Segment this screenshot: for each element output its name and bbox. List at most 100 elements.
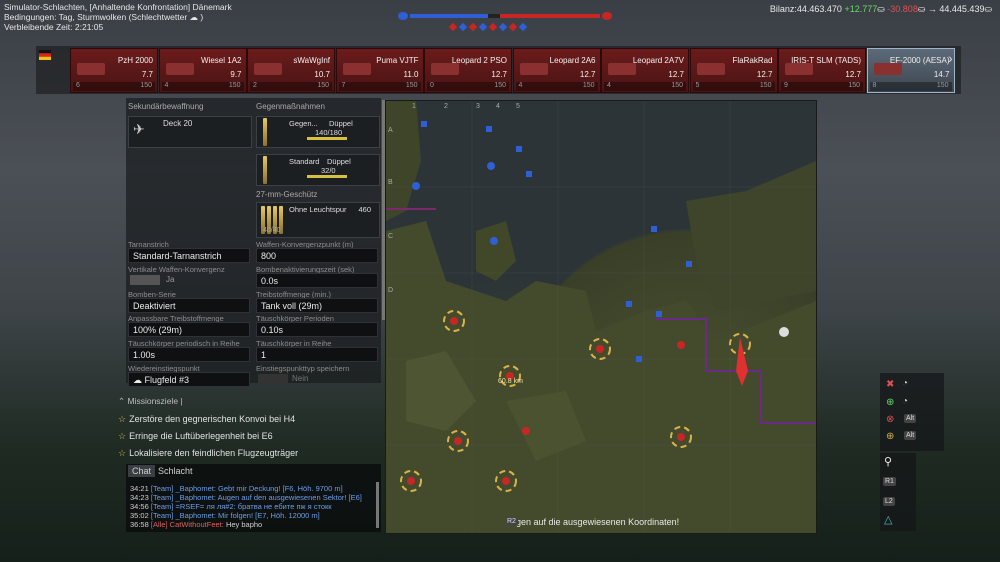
slots-next-arrow-icon[interactable]: › [948,50,953,66]
zone-icon [458,22,468,32]
zone-icon [518,22,528,32]
zone-icon [508,22,518,32]
grid-col-label: 1 [412,103,416,110]
objective-icon [779,327,789,337]
vehicle-name: FlaRakRad [732,56,773,65]
vehicle-icon [165,63,194,75]
vehicle-br: 10.7 [314,70,330,79]
fuel-select[interactable]: Tank voll (29m) [256,298,378,313]
tactical-map[interactable]: 1 2 3 4 5 A B C D 60.8 km [385,100,817,534]
mission-info: Simulator-Schlachten, [Anhaltende Konfro… [4,2,232,32]
camo-select[interactable]: Standard-Tarnanstrich [128,248,250,263]
vehicle-slot[interactable]: FlaRakRad 12.7 5 150 [689,48,778,93]
waypoint-icon[interactable]: ⊕ [886,431,894,442]
chat-line: 34:56 [Team] =RSEF= ля ля#2: братва не е… [130,502,332,511]
save-toggle[interactable] [258,374,288,384]
crosshair-icon[interactable]: ⊕ [886,397,894,408]
l2-key: L2 [883,497,895,506]
vehicle-icon [519,63,548,75]
vehicle-slot[interactable]: PzH 2000 7.7 6 150 [70,48,158,93]
vehicle-br: 12.7 [579,70,596,79]
decoy-period-input[interactable]: 0.10s [256,322,378,337]
mission-objectives: ⌃ Missionsziele | ☆ Zerstöre den gegneris… [118,396,380,462]
map-zoom-controls: ⚲ R1 L2 △ [880,453,916,531]
vehicle-icon [77,63,105,75]
bomb-series-select[interactable]: Deaktiviert [128,298,250,313]
grid-col-label: 4 [496,103,500,110]
red-score-fill [500,14,600,18]
vehicle-name: Leopard 2 PSO [451,56,507,65]
vehicle-icon [608,63,636,75]
vconv-toggle[interactable] [130,275,160,285]
decoy-row-input[interactable]: 1 [256,347,378,362]
respawn-select[interactable]: ☁ Flugfeld #3 [128,372,250,387]
zone-icon [468,22,478,32]
vehicle-slot[interactable]: Leopard 2A6 12.7 4 150 [512,48,601,93]
countermeasures-header: Gegenmaßnahmen [256,102,325,111]
vehicle-icon [342,63,371,75]
bomb-time-input[interactable]: 0.0s [256,273,378,288]
vehicle-br: 7.7 [141,70,153,79]
vehicle-name: IRIS-T SLM (TADS) [791,56,861,65]
alt-key: Alt [904,414,917,423]
time-left: Verbleibende Zeit: 2:21:05 [4,22,104,32]
grid-row-label: B [388,179,393,186]
vehicle-name: Puma VJTF [376,56,419,65]
mode-text: Simulator-Schlachten, [Anhaltende Konfro… [4,2,232,12]
attack-icon[interactable]: ⊗ [886,414,894,425]
vehicle-name: Leopard 2A7V [632,56,684,65]
countermeasure-card-1[interactable]: Gegen... Düppel 140/180 [256,116,380,148]
mission-item: ☆ Lokalisiere den feindlichen Flugzeugträ… [118,448,299,458]
gun-header: 27-mm-Geschütz [256,190,318,199]
chat-panel: Chat Schlacht 34:21 [Team] _Baphomet: Ge… [126,464,381,532]
countermeasure-card-2[interactable]: Standard Düppel 32/0 [256,154,380,186]
balance-display: Bilanz:44.463.470 +12.777⛀ -30.808⛀ → 44… [769,4,992,14]
vehicle-icon [254,63,282,75]
grid-row-label: D [388,287,394,294]
convergence-input[interactable]: 800 [256,248,378,263]
tab-chat[interactable]: Chat [128,465,156,477]
zoom-icon[interactable]: ⚲ [884,455,892,468]
blue-score-fill [410,14,488,18]
vehicle-slot[interactable]: sWaWgInf 10.7 2 150 [247,48,335,93]
grid-row-label: C [388,233,394,240]
vehicle-br: 14.7 [933,70,950,79]
team-score-bar [398,12,612,20]
distance-marker: 60.8 km [498,378,523,385]
conditions-text: Bedingungen: Tag, Sturmwolken (Schlechtw… [4,12,188,22]
adj-fuel-input[interactable]: 100% (29m) [128,322,250,337]
vehicle-slot[interactable]: Wiesel 1A2 9.7 4 150 [158,48,247,93]
pie-icon: ◔ [902,378,909,389]
map-terrain [386,101,816,533]
bomb-icon: ✈ [133,121,145,137]
airfield-icon: ☁ [133,375,142,385]
germany-flag-icon [39,50,51,60]
vehicle-slot[interactable]: Leopard 2 PSO 12.7 0 150 [424,48,512,93]
target-icon[interactable]: ✖ [886,379,894,390]
secondary-weapon-card[interactable]: ✈ Deck 20 [128,116,252,148]
tab-battle[interactable]: Schlacht [154,465,197,477]
red-team-icon [602,12,612,20]
zone-icon [478,22,488,32]
vehicle-br: 12.7 [668,70,684,79]
vehicle-slot[interactable]: Leopard 2A7V 12.7 4 150 [601,48,689,93]
vehicle-slot[interactable]: EF-2000 (AESA) 14.7 8 150 [866,48,955,93]
chat-line: 34:23 [Team] _Baphomet: Augen auf den au… [130,493,362,502]
grid-col-label: 5 [516,103,520,110]
triangle-icon[interactable]: △ [884,513,892,526]
vehicle-br: 12.7 [756,70,773,79]
collapse-icon[interactable]: ⌃ [118,396,125,406]
gun-belt-card[interactable]: Ohne Leuchtspur 460 40/40 [256,202,380,238]
decoy-series-input[interactable]: 1.00s [128,347,250,362]
mission-item: ☆ Erringe die Luftüberlegenheit bei E6 [118,431,273,441]
vehicle-name: sWaWgInf [293,56,330,65]
secondary-header: Sekundärbewaffnung [128,102,204,111]
vehicle-slot[interactable]: IRIS-T SLM (TADS) 12.7 9 150 [778,48,866,93]
chat-scrollbar[interactable] [376,482,379,528]
zone-icon [448,22,458,32]
coin-icon: ⛀ [917,4,926,14]
vehicle-br: 12.7 [491,70,507,79]
vehicle-slot[interactable]: Puma VJTF 11.0 7 150 [335,48,424,93]
weather-icon: ☁ [189,12,199,22]
grid-col-label: 3 [476,103,480,110]
